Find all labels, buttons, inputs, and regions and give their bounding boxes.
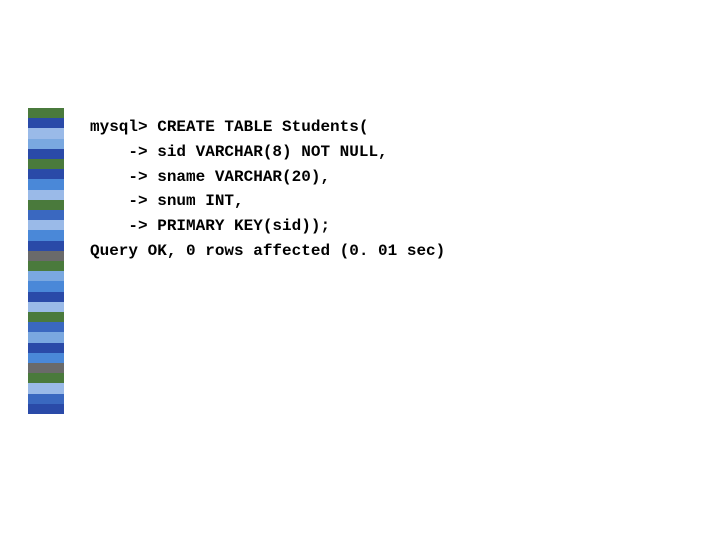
stripe bbox=[28, 128, 64, 138]
stripe bbox=[28, 292, 64, 302]
stripe bbox=[28, 404, 64, 414]
code-line-3: -> sname VARCHAR(20), bbox=[90, 168, 330, 186]
stripe bbox=[28, 230, 64, 240]
stripe bbox=[28, 353, 64, 363]
stripe bbox=[28, 149, 64, 159]
stripe bbox=[28, 363, 64, 373]
stripe bbox=[28, 271, 64, 281]
stripe bbox=[28, 179, 64, 189]
stripe bbox=[28, 190, 64, 200]
stripe bbox=[28, 220, 64, 230]
sql-code-block: mysql> CREATE TABLE Students( -> sid VAR… bbox=[90, 115, 445, 264]
decorative-stripe-bar bbox=[28, 108, 64, 414]
stripe bbox=[28, 108, 64, 118]
code-line-6: Query OK, 0 rows affected (0. 01 sec) bbox=[90, 242, 445, 260]
stripe bbox=[28, 332, 64, 342]
stripe bbox=[28, 118, 64, 128]
stripe bbox=[28, 383, 64, 393]
code-line-1: mysql> CREATE TABLE Students( bbox=[90, 118, 368, 136]
stripe bbox=[28, 281, 64, 291]
stripe bbox=[28, 261, 64, 271]
code-line-4: -> snum INT, bbox=[90, 192, 244, 210]
stripe bbox=[28, 241, 64, 251]
stripe bbox=[28, 159, 64, 169]
stripe bbox=[28, 394, 64, 404]
stripe bbox=[28, 312, 64, 322]
code-line-2: -> sid VARCHAR(8) NOT NULL, bbox=[90, 143, 388, 161]
stripe bbox=[28, 302, 64, 312]
stripe bbox=[28, 139, 64, 149]
stripe bbox=[28, 210, 64, 220]
stripe bbox=[28, 373, 64, 383]
stripe bbox=[28, 322, 64, 332]
stripe bbox=[28, 251, 64, 261]
stripe bbox=[28, 200, 64, 210]
stripe bbox=[28, 169, 64, 179]
code-line-5: -> PRIMARY KEY(sid)); bbox=[90, 217, 330, 235]
stripe bbox=[28, 343, 64, 353]
